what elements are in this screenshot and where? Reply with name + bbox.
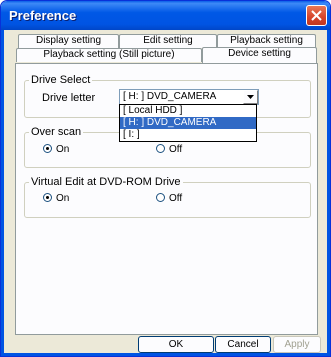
tab-label: Device setting — [228, 48, 291, 59]
close-button[interactable] — [306, 5, 327, 26]
tab-device-setting[interactable]: Device setting — [202, 47, 317, 63]
drive-letter-dropdown-list: [ Local HDD ] [ H: ] DVD_CAMERA [ I: ] — [119, 104, 257, 142]
tab-edit-setting[interactable]: Edit setting — [119, 34, 217, 48]
tab-display-setting[interactable]: Display setting — [18, 34, 119, 48]
preference-window: Preference Display setting Edit setting … — [0, 0, 331, 357]
over-scan-on-radio[interactable]: On — [43, 144, 69, 155]
radio-label: Off — [169, 193, 183, 204]
radio-empty-icon — [156, 144, 165, 153]
drive-letter-value: [ H: ] DVD_CAMERA — [123, 91, 217, 102]
apply-button[interactable]: Apply — [273, 336, 321, 353]
radio-label: On — [56, 144, 70, 155]
drive-option-local-hdd[interactable]: [ Local HDD ] — [120, 105, 256, 117]
tab-label: Edit setting — [143, 35, 193, 46]
cancel-button[interactable]: Cancel — [215, 336, 271, 353]
title-bar[interactable]: Preference — [1, 1, 330, 30]
dropdown-button[interactable] — [243, 90, 258, 104]
radio-selected-icon — [43, 144, 52, 153]
chevron-down-icon — [247, 95, 254, 99]
over-scan-off-radio[interactable]: Off — [156, 144, 182, 155]
virtual-edit-legend: Virtual Edit at DVD-ROM Drive — [31, 176, 181, 188]
virtual-edit-off-radio[interactable]: Off — [156, 193, 182, 204]
window-frame-right — [327, 30, 330, 356]
window-frame-bottom — [1, 353, 330, 356]
radio-empty-icon — [156, 193, 165, 202]
radio-label: On — [56, 193, 70, 204]
tab-playback-setting-still-picture[interactable]: Playback setting (Still picture) — [16, 48, 202, 62]
tab-label: Playback setting (Still picture) — [43, 49, 175, 60]
tab-playback-setting[interactable]: Playback setting — [217, 34, 316, 48]
window-title: Preference — [9, 8, 77, 23]
drive-letter-select[interactable]: [ H: ] DVD_CAMERA — [119, 89, 259, 105]
tab-label: Display setting — [35, 35, 102, 46]
drive-letter-label: Drive letter — [42, 92, 96, 104]
drive-option-i[interactable]: [ I: ] — [120, 129, 256, 141]
drive-select-legend: Drive Select — [31, 74, 91, 86]
window-frame-left — [1, 30, 4, 356]
radio-label: Off — [169, 144, 183, 155]
close-icon — [311, 10, 322, 21]
tab-label: Playback setting — [230, 35, 303, 46]
ok-button[interactable]: OK — [138, 336, 214, 353]
virtual-edit-on-radio[interactable]: On — [43, 193, 69, 204]
over-scan-legend: Over scan — [31, 126, 82, 138]
radio-selected-icon — [43, 193, 52, 202]
drive-option-dvd-camera[interactable]: [ H: ] DVD_CAMERA — [120, 117, 256, 129]
